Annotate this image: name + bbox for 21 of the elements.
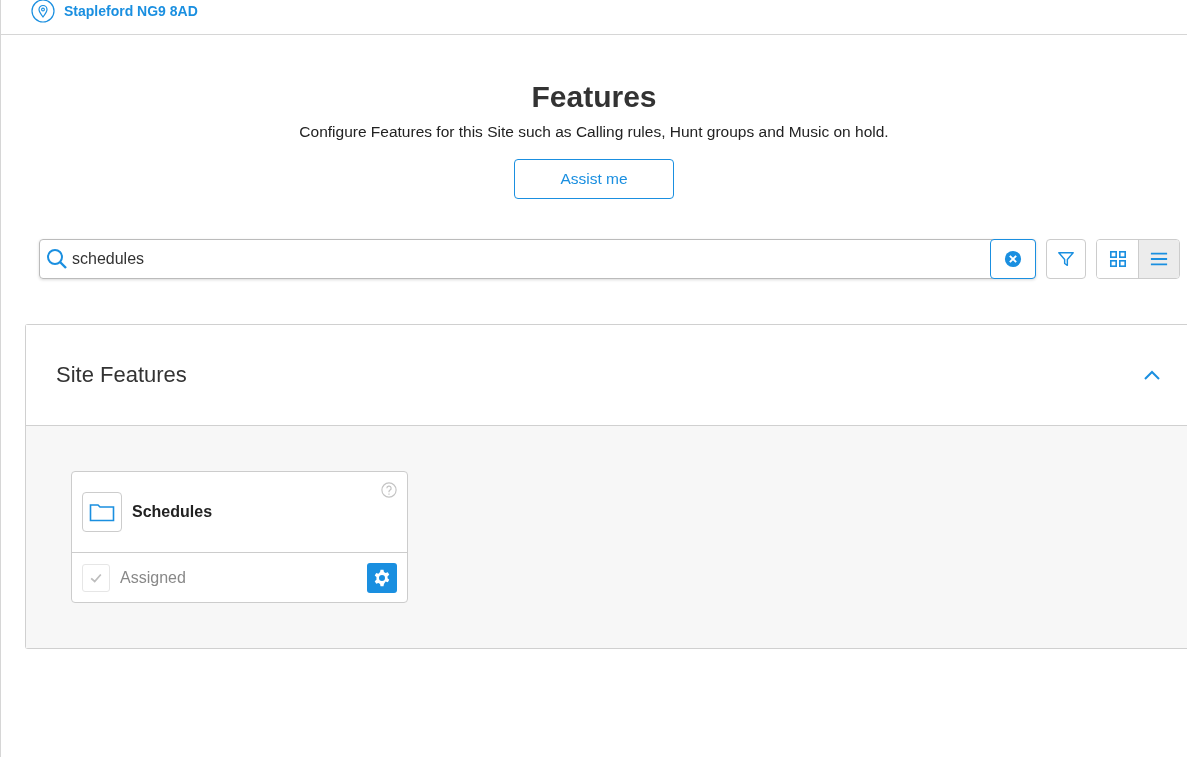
folder-icon	[82, 492, 122, 532]
page-title: Features	[531, 80, 657, 114]
assist-me-button[interactable]: Assist me	[514, 159, 674, 199]
location-label: Stapleford NG9 8AD	[64, 3, 198, 19]
search-bar[interactable]: schedules	[39, 239, 1036, 279]
clear-search-button[interactable]	[990, 239, 1036, 279]
list-view-button[interactable]	[1138, 240, 1179, 278]
grid-icon	[1108, 250, 1127, 268]
filter-icon	[1057, 250, 1075, 268]
chevron-icon	[1143, 370, 1161, 380]
list-icon	[1149, 250, 1169, 268]
settings-icon	[373, 568, 391, 587]
settings-button[interactable]	[367, 562, 397, 593]
search-icon	[46, 248, 68, 270]
status-label: Assigned	[120, 568, 187, 587]
filter-button[interactable]	[1046, 239, 1086, 279]
card-title: Schedules	[132, 503, 213, 521]
section-title: Site Features	[56, 362, 187, 388]
page-subtitle: Configure Features for this Site such as Calling rules, Hunt groups and Music on hold.	[299, 123, 889, 141]
clear-icon	[1004, 250, 1022, 268]
location-pin-icon	[31, 0, 55, 23]
